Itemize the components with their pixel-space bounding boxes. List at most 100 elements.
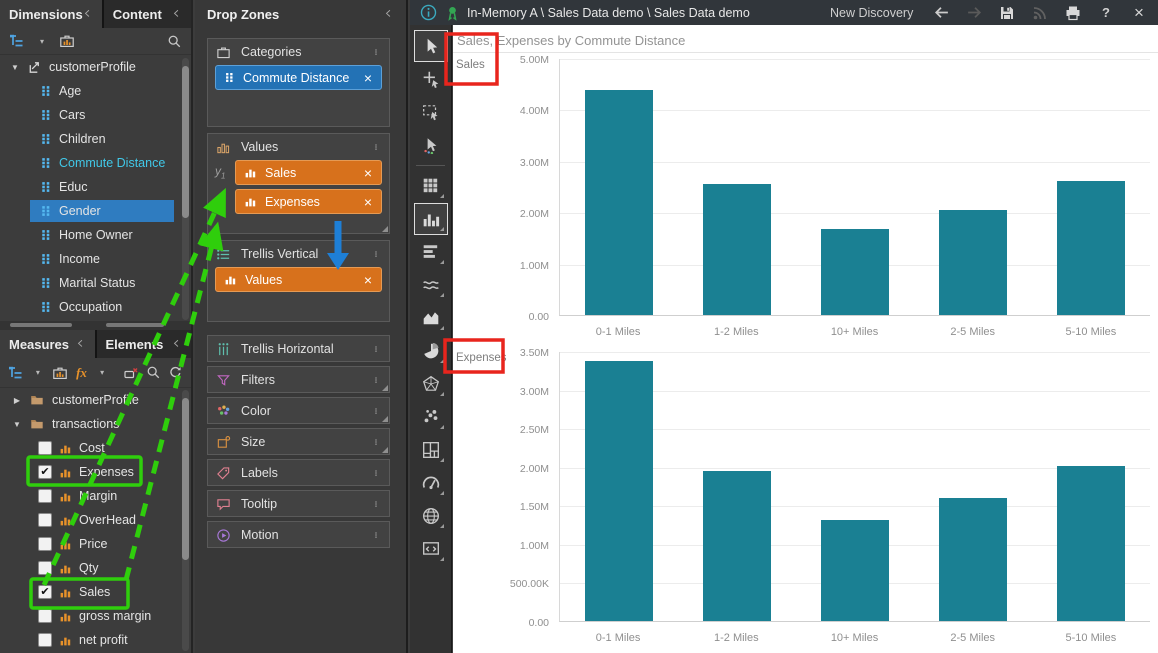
dimensions-scrollbar[interactable]: [182, 58, 189, 320]
kebab-menu-icon[interactable]: [369, 464, 383, 482]
collapse-tab-icon[interactable]: [172, 338, 182, 350]
measure-item-qty[interactable]: Qty: [0, 556, 191, 580]
print-button[interactable]: [1064, 4, 1082, 22]
measure-item-margin[interactable]: Margin: [0, 484, 191, 508]
kebab-menu-icon[interactable]: [369, 245, 383, 263]
dimension-root-customerprofile[interactable]: ▼customerProfile: [0, 55, 191, 79]
chip-commute-distance[interactable]: Commute Distance×: [215, 65, 382, 90]
collapse-tab-icon[interactable]: [76, 338, 86, 350]
kebab-menu-icon[interactable]: [369, 138, 383, 156]
forward-button[interactable]: [965, 4, 983, 22]
kebab-menu-icon[interactable]: [369, 402, 383, 420]
measure-item-overhead[interactable]: OverHead: [0, 508, 191, 532]
checkbox-cost[interactable]: [38, 441, 52, 455]
checkbox-qty[interactable]: [38, 561, 52, 575]
drop-zone-size[interactable]: Size: [207, 428, 390, 455]
kebab-menu-icon[interactable]: [369, 495, 383, 513]
tool-pointer[interactable]: [414, 30, 448, 62]
tool-crosshair-pointer[interactable]: [414, 63, 448, 95]
dimension-item-home-owner[interactable]: Home Owner: [0, 223, 191, 247]
kebab-menu-icon[interactable]: [369, 526, 383, 544]
measure-item-net-profit[interactable]: net profit: [0, 628, 191, 652]
clear-selection-icon[interactable]: [123, 364, 139, 382]
caret-down-icon[interactable]: ▼: [12, 420, 22, 429]
checkbox-gross-margin[interactable]: [38, 609, 52, 623]
drop-zone-trellis-horizontal[interactable]: Trellis Horizontal: [207, 335, 390, 362]
drop-zone-labels[interactable]: Labels: [207, 459, 390, 486]
drop-zone-filters[interactable]: Filters: [207, 366, 390, 393]
tool-map-globe[interactable]: [414, 500, 448, 532]
dimension-item-commute-distance[interactable]: Commute Distance: [0, 151, 191, 175]
chip-values[interactable]: Values×: [215, 267, 382, 292]
tab-measures[interactable]: Measures: [0, 330, 95, 358]
measure-item-expenses[interactable]: ✔Expenses: [0, 460, 191, 484]
remove-chip-icon[interactable]: ×: [363, 71, 373, 85]
model-icon-button[interactable]: [52, 364, 68, 382]
search-icon[interactable]: [165, 32, 183, 50]
tool-lasso-points[interactable]: [414, 129, 448, 161]
back-button[interactable]: [932, 4, 950, 22]
measure-item-sales[interactable]: ✔Sales: [0, 580, 191, 604]
measure-item-price[interactable]: Price: [0, 532, 191, 556]
chip-expenses[interactable]: Expenses×: [235, 189, 382, 214]
drop-zone-motion[interactable]: Motion: [207, 521, 390, 548]
bar-5-10-miles[interactable]: [1057, 466, 1125, 621]
drop-zone-trellis-vertical[interactable]: Trellis VerticalValues×: [207, 240, 390, 322]
dimension-item-children[interactable]: Children: [0, 127, 191, 151]
refresh-icon[interactable]: [168, 364, 183, 382]
tool-custom-visual[interactable]: [414, 533, 448, 565]
remove-chip-icon[interactable]: ×: [363, 273, 373, 287]
model-icon-button[interactable]: [58, 32, 76, 50]
horizontal-scrollbar[interactable]: [0, 321, 191, 330]
tool-pie-chart[interactable]: [414, 335, 448, 367]
tool-scatter-chart[interactable]: [414, 401, 448, 433]
dimension-item-income[interactable]: Income: [0, 247, 191, 271]
checkbox-margin[interactable]: [38, 489, 52, 503]
tool-area-chart[interactable]: [414, 302, 448, 334]
kebab-menu-icon[interactable]: [369, 433, 383, 451]
tool-radar-chart[interactable]: [414, 368, 448, 400]
bar-1-2-miles[interactable]: [703, 184, 771, 315]
tool-grid-view[interactable]: [414, 170, 448, 202]
checkbox-expenses[interactable]: ✔: [38, 465, 52, 479]
kebab-menu-icon[interactable]: [369, 340, 383, 358]
collapse-tab-icon[interactable]: [172, 8, 182, 20]
drop-zone-categories[interactable]: CategoriesCommute Distance×: [207, 38, 390, 127]
caret-right-icon[interactable]: ▶: [12, 396, 22, 405]
bar-2-5-miles[interactable]: [939, 210, 1007, 315]
remove-chip-icon[interactable]: ×: [363, 166, 373, 180]
checkbox-overhead[interactable]: [38, 513, 52, 527]
checkbox-sales[interactable]: ✔: [38, 585, 52, 599]
bar-1-2-miles[interactable]: [703, 471, 771, 621]
bar-10-miles[interactable]: [821, 520, 889, 621]
dimension-item-marital-status[interactable]: Marital Status: [0, 271, 191, 295]
dimension-item-cars[interactable]: Cars: [0, 103, 191, 127]
tool-gauge[interactable]: [414, 467, 448, 499]
drop-zone-color[interactable]: Color: [207, 397, 390, 424]
remove-chip-icon[interactable]: ×: [363, 195, 373, 209]
view-dropdown-icon[interactable]: ▾: [31, 364, 45, 382]
drop-zone-tooltip[interactable]: Tooltip: [207, 490, 390, 517]
dimension-item-occupation[interactable]: Occupation: [0, 295, 191, 319]
caret-down-icon[interactable]: ▼: [10, 63, 20, 72]
collapse-tab-icon[interactable]: [83, 8, 93, 20]
chip-sales[interactable]: Sales×: [235, 160, 382, 185]
view-dropdown-icon[interactable]: ▾: [33, 32, 51, 50]
collapse-panel-icon[interactable]: [384, 8, 394, 20]
tab-content[interactable]: Content: [104, 0, 191, 28]
tool-treemap[interactable]: [414, 434, 448, 466]
bar-10-miles[interactable]: [821, 229, 889, 315]
measure-item-gross-margin[interactable]: gross margin: [0, 604, 191, 628]
formulas-icon[interactable]: fx: [75, 364, 89, 382]
checkbox-price[interactable]: [38, 537, 52, 551]
kebab-menu-icon[interactable]: [369, 43, 383, 61]
tool-bar-chart[interactable]: [414, 236, 448, 268]
tool-column-chart[interactable]: [414, 203, 448, 235]
measure-item-cost[interactable]: Cost: [0, 436, 191, 460]
measure-folder-customerprofile[interactable]: ▶customerProfile: [0, 388, 191, 412]
save-button[interactable]: [998, 4, 1016, 22]
rss-button[interactable]: [1031, 4, 1049, 22]
bar-0-1-miles[interactable]: [585, 90, 653, 315]
formulas-dropdown-icon[interactable]: ▾: [95, 364, 109, 382]
dimension-item-gender[interactable]: Gender: [0, 199, 191, 223]
